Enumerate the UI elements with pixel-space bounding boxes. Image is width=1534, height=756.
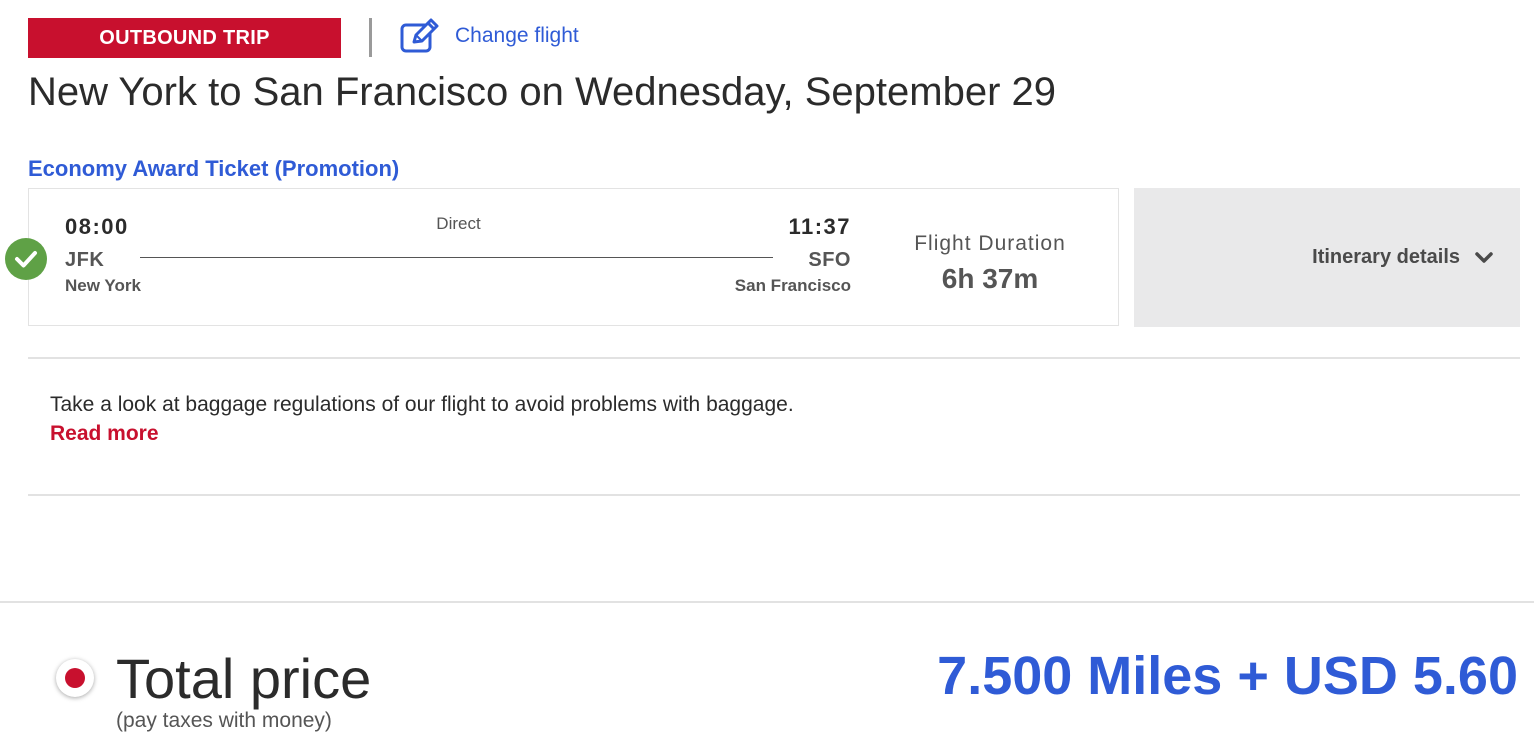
read-more-link[interactable]: Read more [50, 422, 159, 446]
arrival-airport-code: SFO [808, 249, 851, 271]
flight-duration-label: Flight Duration [914, 232, 1066, 255]
section-divider [28, 494, 1520, 496]
total-price-radio[interactable] [56, 659, 94, 697]
departure-airport-code: JFK [65, 249, 105, 271]
outbound-trip-badge: OUTBOUND TRIP [28, 18, 341, 58]
arrival-city: San Francisco [734, 276, 851, 295]
itinerary-details-label: Itinerary details [1312, 246, 1460, 268]
flight-duration-value: 6h 37m [941, 263, 1039, 294]
total-price-sublabel: (pay taxes with money) [116, 709, 332, 732]
radio-selected-dot [65, 668, 85, 688]
departure-city: New York [65, 276, 141, 295]
chevron-down-icon [1474, 248, 1494, 268]
change-flight-label: Change flight [455, 24, 579, 47]
baggage-info-text: Take a look at baggage regulations of ou… [50, 393, 794, 416]
check-circle-icon [5, 238, 47, 280]
itinerary-details-button[interactable]: Itinerary details [1134, 188, 1520, 327]
fare-type-label: Economy Award Ticket (Promotion) [28, 156, 400, 181]
departure-time: 08:00 [65, 214, 129, 239]
price-divider [0, 601, 1534, 603]
total-price-value: 7.500 Miles + USD 5.60 [937, 646, 1518, 706]
stops-label: Direct [436, 214, 481, 233]
change-flight-link[interactable]: Change flight [400, 16, 579, 56]
arrival-time: 11:37 [788, 214, 851, 239]
edit-icon [400, 18, 440, 54]
section-divider [28, 357, 1520, 359]
total-price-label: Total price [116, 647, 372, 710]
header-divider [369, 18, 372, 57]
route-line [140, 257, 773, 258]
page-title: New York to San Francisco on Wednesday, … [28, 70, 1056, 114]
